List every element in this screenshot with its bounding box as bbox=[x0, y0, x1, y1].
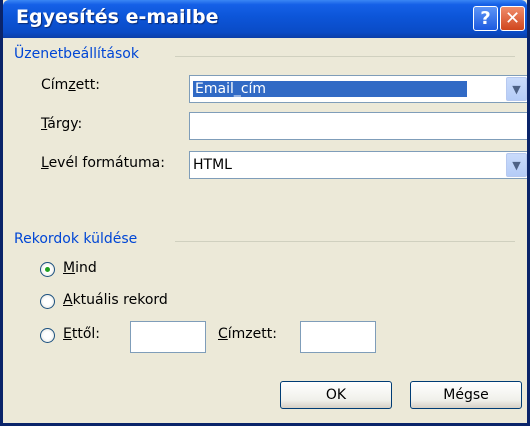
help-icon: ? bbox=[480, 8, 491, 29]
message-options-group-label: Üzenetbeállítások bbox=[14, 46, 139, 62]
group-divider bbox=[175, 241, 515, 242]
format-combobox[interactable]: HTML ▼ bbox=[189, 151, 527, 179]
from-input[interactable] bbox=[130, 321, 206, 353]
help-button[interactable]: ? bbox=[473, 6, 498, 31]
format-label: Levél formátuma: bbox=[41, 155, 165, 171]
to-combobox-value: Email_cím bbox=[192, 80, 468, 98]
title-bar[interactable]: Egyesítés e-mailbe ? ✕ bbox=[3, 0, 527, 38]
current-record-radio[interactable] bbox=[40, 294, 55, 309]
chevron-down-icon[interactable]: ▼ bbox=[506, 77, 527, 101]
close-button[interactable]: ✕ bbox=[500, 6, 525, 31]
merge-to-email-dialog: Egyesítés e-mailbe ? ✕ Üzenetbeállítások… bbox=[0, 0, 530, 426]
all-radio-label[interactable]: Mind bbox=[63, 260, 97, 276]
send-records-group-label: Rekordok küldése bbox=[14, 231, 138, 247]
all-radio[interactable] bbox=[40, 262, 55, 277]
format-combobox-value: HTML bbox=[193, 157, 232, 173]
to-label: Címzett: bbox=[41, 77, 100, 93]
dialog-title: Egyesítés e-mailbe bbox=[16, 6, 219, 28]
close-icon: ✕ bbox=[504, 8, 521, 29]
current-record-radio-label[interactable]: Aktuális rekord bbox=[63, 292, 168, 308]
subject-input[interactable] bbox=[189, 112, 527, 140]
to-combobox[interactable]: Email_cím ▼ bbox=[189, 75, 527, 103]
subject-label: Tárgy: bbox=[41, 116, 83, 132]
chevron-down-icon[interactable]: ▼ bbox=[506, 153, 527, 177]
to-record-input[interactable] bbox=[300, 321, 376, 353]
cancel-button[interactable]: Mégse bbox=[410, 381, 522, 409]
from-radio[interactable] bbox=[40, 328, 55, 343]
from-radio-label[interactable]: Ettől: bbox=[63, 326, 100, 342]
ok-button[interactable]: OK bbox=[280, 381, 392, 409]
group-divider bbox=[175, 56, 515, 57]
to-record-label: Címzett: bbox=[218, 326, 277, 342]
